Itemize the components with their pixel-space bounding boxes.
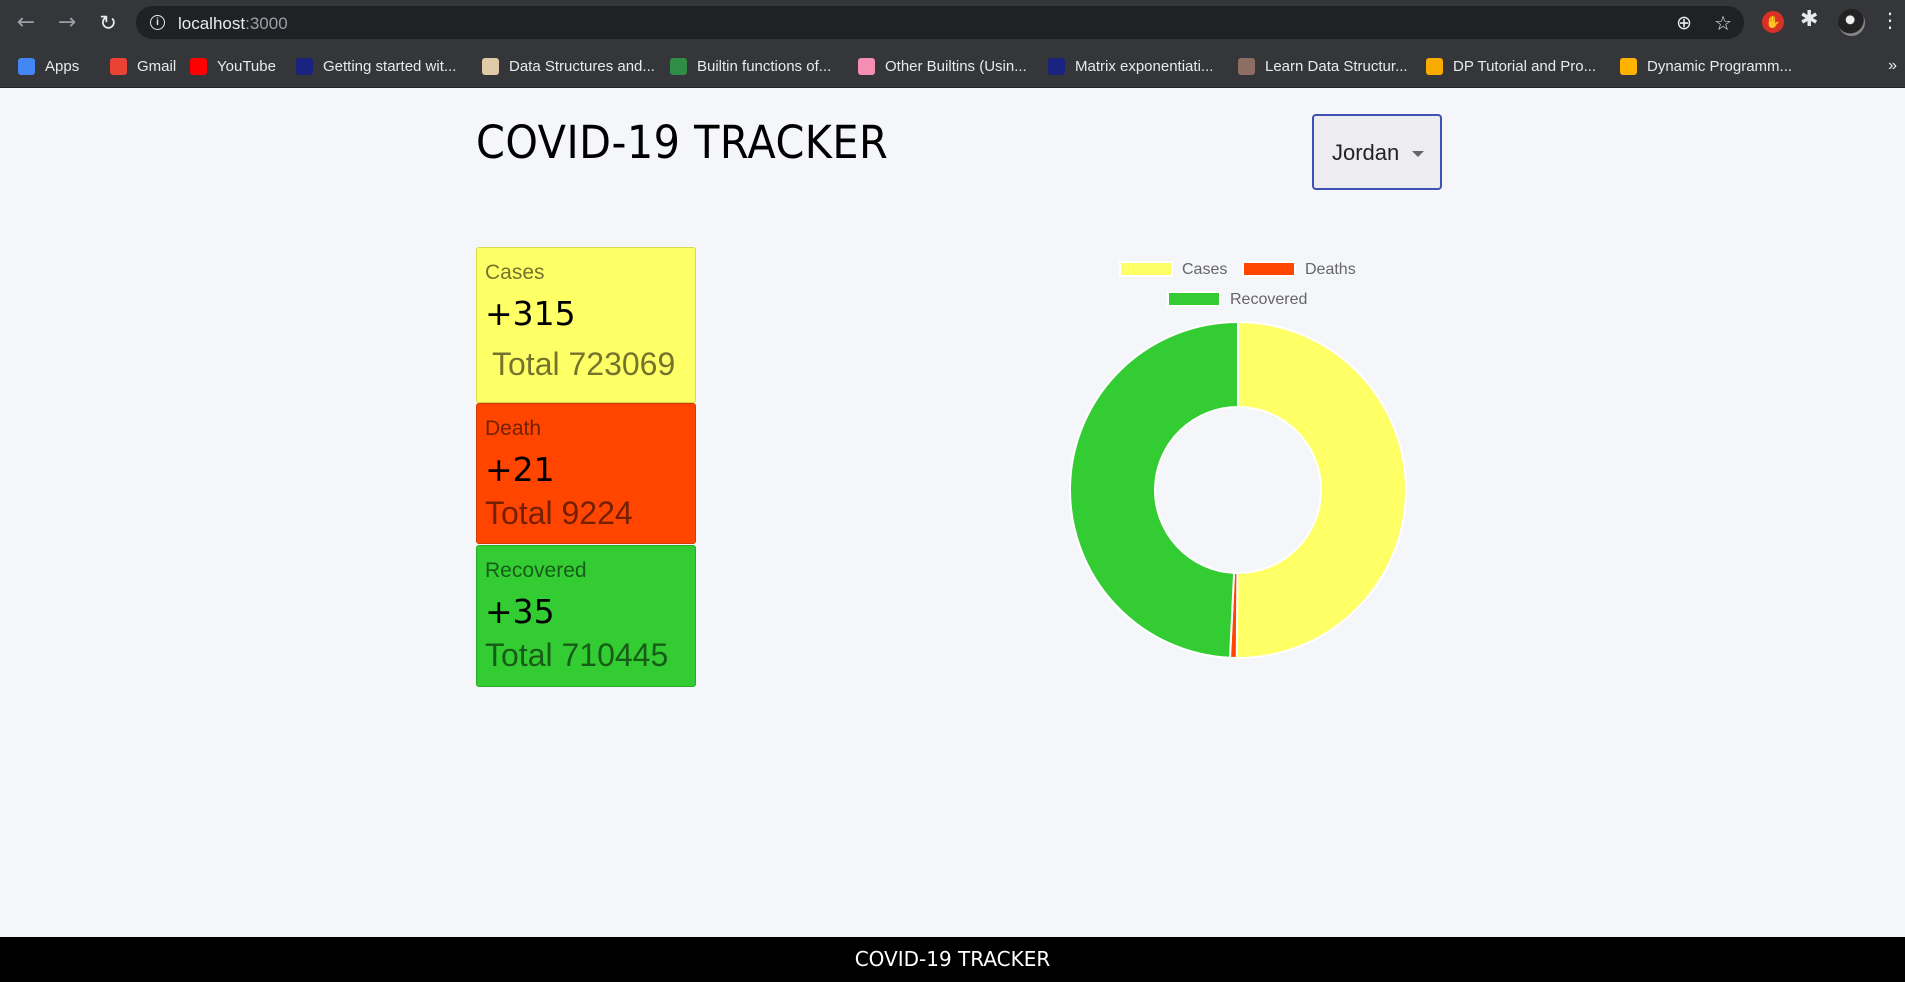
legend-label[interactable]: Recovered bbox=[1230, 291, 1307, 308]
bookmark-label: Matrix exponentiati... bbox=[1075, 57, 1214, 75]
geeksforgeeks-icon bbox=[670, 57, 687, 75]
youtube-icon bbox=[190, 57, 207, 75]
bookmark-label: Other Builtins (Usin... bbox=[885, 57, 1027, 75]
bookmark-item[interactable]: Learn Data Structur... bbox=[1238, 53, 1408, 79]
address-bar[interactable]: i localhost:3000 ⊕ ☆ bbox=[136, 6, 1744, 39]
deaths-total: Total 9224 bbox=[485, 495, 633, 531]
bookmark-label: Gmail bbox=[137, 57, 177, 75]
bookmark-label: DP Tutorial and Pro... bbox=[1453, 57, 1597, 75]
cases-label: Cases bbox=[485, 261, 545, 284]
url-text[interactable]: localhost:3000 bbox=[178, 14, 288, 34]
legend-swatch[interactable] bbox=[1242, 261, 1296, 277]
site-icon bbox=[1620, 57, 1637, 75]
bookmark-label: Dynamic Programm... bbox=[1647, 57, 1793, 75]
bookmark-item[interactable]: Dynamic Programm... bbox=[1620, 53, 1792, 79]
reload-icon[interactable]: ↻ bbox=[95, 10, 121, 36]
bookmark-item[interactable]: Getting started wit... bbox=[296, 53, 456, 79]
chart-slices bbox=[1069, 320, 1407, 660]
bookmark-item[interactable]: Gmail bbox=[110, 53, 176, 79]
bookmark-item[interactable]: Other Builtins (Usin... bbox=[858, 53, 1027, 79]
bookmark-item[interactable]: Apps bbox=[18, 53, 79, 79]
bookmarks-bar: Apps Gmail YouTube Getting started wit... Da… bbox=[0, 45, 1905, 88]
chart-slice-recovered[interactable] bbox=[1069, 320, 1239, 659]
deaths-card: Death +21 Total 9224 bbox=[476, 403, 696, 544]
bookmark-label: YouTube bbox=[217, 57, 276, 75]
bookmark-item[interactable]: YouTube bbox=[190, 53, 276, 79]
bookmark-label: Builtin functions of... bbox=[697, 57, 832, 75]
page-footer: COVID-19 TRACKER bbox=[0, 937, 1905, 982]
legend-label[interactable]: Cases bbox=[1182, 261, 1227, 278]
page-title: COVID-19 TRACKER bbox=[476, 116, 889, 169]
cases-total: Total 723069 bbox=[492, 346, 676, 382]
bookmarks-more-icon[interactable]: » bbox=[1888, 57, 1897, 75]
bookmark-item[interactable]: Data Structures and... bbox=[482, 53, 655, 79]
country-select[interactable]: Jordan bbox=[1312, 114, 1442, 190]
legend-swatch[interactable] bbox=[1167, 291, 1221, 307]
country-select-value: Jordan bbox=[1332, 140, 1400, 165]
site-icon bbox=[1048, 57, 1065, 75]
deaths-label: Death bbox=[485, 417, 542, 440]
browser-toolbar: ← → ↻ i localhost:3000 ⊕ ☆ ✋ ✱ ⋮ bbox=[0, 0, 1905, 45]
forward-arrow-icon[interactable]: → bbox=[54, 10, 80, 36]
chart-bars-icon bbox=[1426, 57, 1443, 75]
gmail-icon bbox=[110, 57, 127, 75]
bookmark-item[interactable]: DP Tutorial and Pro... bbox=[1426, 53, 1596, 79]
site-icon bbox=[858, 57, 875, 75]
recovered-total: Total 710445 bbox=[485, 637, 669, 673]
chart-slice-cases[interactable] bbox=[1235, 320, 1407, 659]
back-arrow-icon[interactable]: ← bbox=[13, 10, 39, 36]
site-icon bbox=[296, 57, 313, 75]
extensions-puzzle-icon[interactable]: ✱ bbox=[1800, 7, 1818, 32]
legend-swatch[interactable] bbox=[1119, 261, 1173, 277]
apps-grid-icon bbox=[18, 57, 35, 75]
bookmark-star-icon[interactable]: ☆ bbox=[1714, 11, 1732, 35]
recovered-label: Recovered bbox=[485, 559, 587, 582]
browser-menu-icon[interactable]: ⋮ bbox=[1880, 8, 1900, 32]
bookmark-label: Getting started wit... bbox=[323, 57, 457, 75]
chevron-down-icon bbox=[1412, 151, 1424, 157]
cases-delta: +315 bbox=[485, 294, 576, 333]
recovered-delta: +35 bbox=[485, 592, 555, 631]
codechef-icon bbox=[1238, 57, 1255, 75]
recovered-card: Recovered +35 Total 710445 bbox=[476, 545, 696, 687]
info-icon[interactable]: i bbox=[150, 15, 165, 30]
bookmark-item[interactable]: Builtin functions of... bbox=[670, 53, 831, 79]
chart-legend: Cases Deaths Recovered bbox=[1119, 261, 1356, 308]
zoom-icon[interactable]: ⊕ bbox=[1676, 12, 1692, 34]
site-icon bbox=[482, 57, 499, 75]
cases-card: Cases +315 Total 723069 bbox=[476, 247, 696, 403]
bookmark-label: Apps bbox=[45, 57, 80, 75]
extension-stop-icon[interactable]: ✋ bbox=[1762, 11, 1784, 33]
profile-avatar[interactable] bbox=[1838, 9, 1865, 36]
bookmark-item[interactable]: Matrix exponentiati... bbox=[1048, 53, 1213, 79]
bookmark-label: Learn Data Structur... bbox=[1265, 57, 1408, 75]
bookmark-label: Data Structures and... bbox=[509, 57, 655, 75]
doughnut-chart: Cases Deaths Recovered bbox=[1069, 261, 1407, 660]
legend-label[interactable]: Deaths bbox=[1305, 261, 1356, 278]
url-port: :3000 bbox=[245, 14, 288, 33]
deaths-delta: +21 bbox=[485, 450, 555, 489]
